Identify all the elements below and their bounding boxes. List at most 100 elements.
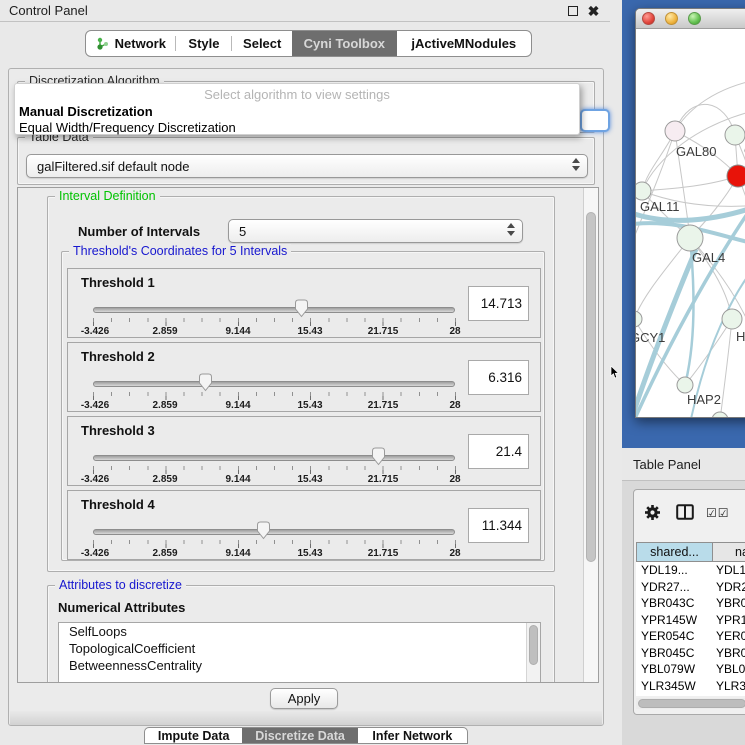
tick-label: 21.715 [368,326,399,337]
network-view-window[interactable]: GAL80 G C GAL11 GAL4 GCY1 H HAP2 [635,8,745,418]
node-pink[interactable] [665,121,685,141]
table-data-combobox[interactable]: galFiltered.sif default node [26,154,588,178]
table-scrollbar-thumb[interactable] [638,699,745,708]
cyni-toolbox-panel: Discretization Algorithm Select algorith… [8,68,604,726]
gear-icon[interactable] [644,504,661,521]
tab-cyni-toolbox-label: Cyni Toolbox [304,36,385,51]
table-row[interactable]: YDL19... YDL19... [636,562,745,579]
tab-infer-network[interactable]: Infer Network [358,728,467,743]
panel-scrollbar-thumb[interactable] [586,212,596,562]
node-gal4[interactable] [677,225,703,251]
table-row[interactable]: YDR27... YDR27... [636,579,745,596]
node-bottom-partial[interactable] [712,412,728,417]
cell-shared-name[interactable]: YBR043C [636,595,713,612]
window-close-icon[interactable] [642,12,655,25]
select-columns-icon[interactable]: ☑☑ [706,506,730,520]
tab-jactivemnodules[interactable]: jActiveMNodules [397,31,531,56]
list-item-topologicalcoefficient[interactable]: TopologicalCoefficient [59,640,540,657]
cell-shared-name[interactable]: YPR145W [636,612,713,629]
table-row[interactable]: YBR045C YBR045C [636,645,745,662]
threshold-4-slider-track[interactable] [93,529,455,535]
panel-vertical-scrollbar[interactable] [583,188,598,682]
cell-name[interactable]: YBL079W [713,661,745,678]
cell-name[interactable]: YIL052C [713,694,745,696]
table-panel-titlebar[interactable]: Table Panel [622,448,745,481]
tab-discretize-data[interactable]: Discretize Data [242,728,357,743]
number-of-intervals-label: Number of Intervals [78,224,200,239]
dropdown-option-manual-discretization[interactable]: Manual Discretization [19,104,153,119]
cell-shared-name[interactable]: YBR045C [636,645,713,662]
threshold-2-slider-track[interactable] [93,381,455,387]
tab-cyni-toolbox[interactable]: Cyni Toolbox [292,31,397,56]
threshold-1-value-field[interactable] [468,286,529,321]
node-red-highlighted[interactable] [727,165,745,187]
cell-name[interactable]: YDL19... [713,562,745,579]
node-label-gal11: GAL11 [640,199,680,214]
cell-shared-name[interactable]: YDL19... [636,562,713,579]
window-zoom-icon[interactable] [688,12,701,25]
cell-shared-name[interactable]: YIL052C [636,694,713,696]
list-scrollbar[interactable] [526,623,540,683]
cell-name[interactable]: YDR27... [713,579,745,596]
threshold-1-slider-thumb[interactable] [294,299,309,318]
tick-label: 2.859 [152,326,177,337]
number-of-intervals-combobox[interactable]: 5 [228,219,523,243]
threshold-3-slider-track[interactable] [93,455,455,461]
mouse-cursor-icon [610,366,619,379]
column-header-name[interactable]: name [713,542,745,562]
cell-name[interactable]: YER054C [713,628,745,645]
close-icon[interactable]: ✖ [587,5,600,18]
column-header-shared-name[interactable]: shared... [636,542,713,562]
threshold-3-value-field[interactable] [468,434,529,469]
tick-label: 21.715 [368,474,399,485]
node-label-hap2: HAP2 [687,392,721,407]
table-horizontal-scrollbar[interactable] [636,698,745,709]
threshold-2-value-field[interactable] [468,360,529,395]
cell-name[interactable]: YBR043C [713,595,745,612]
slider-minor-ticks [93,392,456,396]
node-green-top[interactable] [725,125,745,145]
list-item-selfloops[interactable]: SelfLoops [59,623,540,640]
list-scrollbar-thumb[interactable] [529,625,538,665]
threshold-3-slider-thumb[interactable] [371,447,386,466]
threshold-2-slider-thumb[interactable] [198,373,213,392]
tab-impute-data[interactable]: Impute Data [145,728,242,743]
table-row[interactable]: YER054C YER054C [636,628,745,645]
apply-button[interactable]: Apply [270,688,338,709]
threshold-4-value-field[interactable] [468,508,529,543]
dropdown-option-equal-width-frequency[interactable]: Equal Width/Frequency Discretization [19,120,236,135]
cell-shared-name[interactable]: YER054C [636,628,713,645]
window-minimize-icon[interactable] [665,12,678,25]
node-h[interactable] [722,309,742,329]
threshold-4-slider-thumb[interactable] [256,521,271,540]
table-row[interactable]: YBL079W YBL079W [636,661,745,678]
cell-shared-name[interactable]: YBL079W [636,661,713,678]
table-row[interactable]: YBR043C YBR043C [636,595,745,612]
threshold-1-slider-track[interactable] [93,307,455,313]
tick-label: 28 [449,400,460,411]
table-row[interactable]: YPR145W YPR145W [636,612,745,629]
algorithm-combobox[interactable] [580,109,610,132]
node-gcy1[interactable] [636,311,642,327]
control-panel-titlebar[interactable]: Control Panel ✖ [0,0,610,22]
list-item-betweennesscentrality[interactable]: BetweennessCentrality [59,657,540,674]
cell-name[interactable]: YLR345W [713,678,745,695]
node-hap2[interactable] [677,377,693,393]
algorithm-dropdown: Select algorithm to view settings Manual… [14,83,580,135]
tab-network[interactable]: Network [86,31,176,56]
tick-label: 15.43 [297,400,322,411]
split-columns-icon[interactable] [676,504,694,520]
network-canvas[interactable]: GAL80 G C GAL11 GAL4 GCY1 H HAP2 [636,29,745,417]
table-row[interactable]: YLR345W YLR345W [636,678,745,695]
network-window-titlebar[interactable] [636,9,745,29]
table-row[interactable]: YIL052C YIL052C [636,694,745,696]
cell-shared-name[interactable]: YLR345W [636,678,713,695]
tab-impute-data-label: Impute Data [158,729,230,743]
tab-select[interactable]: Select [232,31,292,56]
cell-name[interactable]: YPR145W [713,612,745,629]
node-gal11[interactable] [636,182,651,200]
cell-shared-name[interactable]: YDR27... [636,579,713,596]
cell-name[interactable]: YBR045C [713,645,745,662]
tab-style[interactable]: Style [176,31,233,56]
float-window-icon[interactable] [568,6,578,16]
